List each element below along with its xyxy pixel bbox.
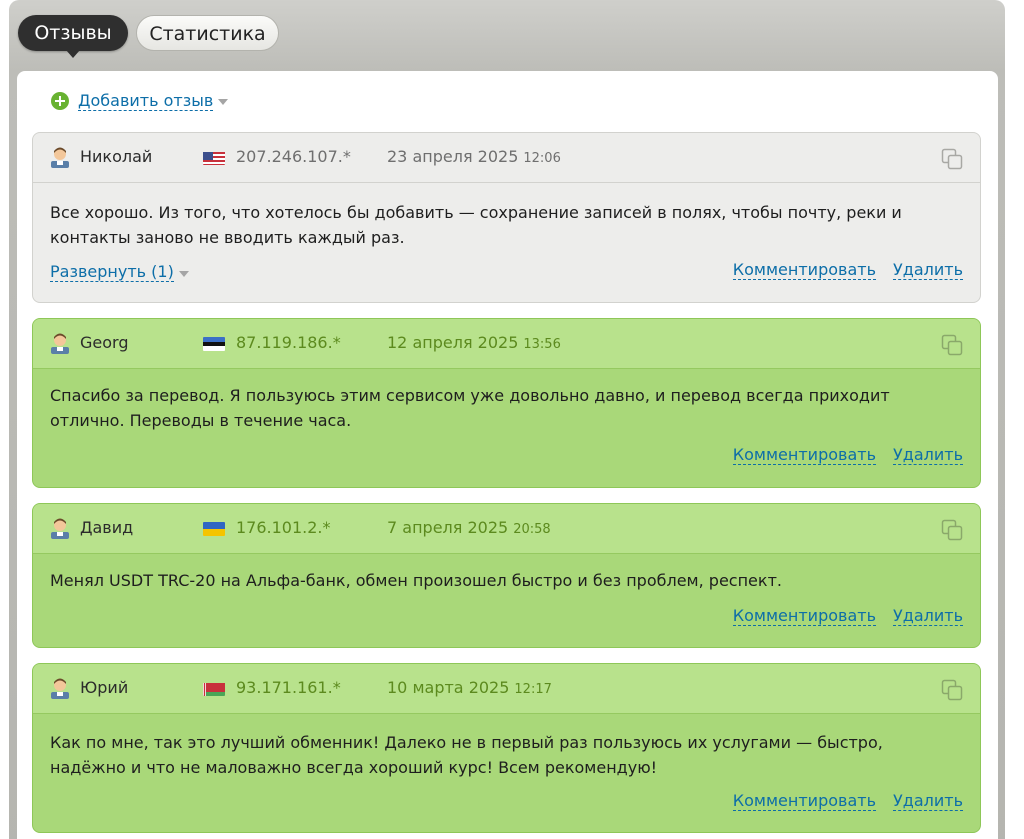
tab-statistics[interactable]: Статистика	[136, 15, 279, 51]
add-review-label: Добавить отзыв	[78, 90, 214, 111]
review-text: Все хорошо. Из того, что хотелось бы доб…	[50, 203, 902, 247]
review-card: Давид 176.101.2.* 7 апреля 2025 20:58 Мен…	[32, 503, 981, 648]
copy-icon[interactable]	[941, 334, 963, 356]
user-icon	[51, 147, 69, 168]
comment-link[interactable]: Комментировать	[732, 792, 876, 811]
review-card: Николай 207.246.107.* 23 апреля 2025 12:0…	[32, 132, 981, 303]
review-header: Georg 87.119.186.* 12 апреля 2025 13:56	[33, 319, 980, 369]
review-date-text: 7 апреля 2025	[387, 518, 509, 537]
review-header: Юрий 93.171.161.* 10 марта 2025 12:17	[33, 664, 980, 714]
expand-button[interactable]: Развернуть (1)	[50, 263, 189, 282]
review-actions: Комментировать Удалить	[732, 792, 963, 811]
user-icon	[51, 678, 69, 699]
review-date: 10 марта 2025 12:17	[387, 678, 552, 700]
comment-link[interactable]: Комментировать	[732, 446, 876, 465]
ee-flag-icon	[203, 337, 225, 351]
review-card: Georg 87.119.186.* 12 апреля 2025 13:56 С…	[32, 318, 981, 488]
review-text: Как по мне, так это лучший обменник! Дал…	[50, 733, 883, 777]
review-time: 12:17	[514, 682, 552, 697]
review-actions: Комментировать Удалить	[732, 607, 963, 626]
review-actions: Комментировать Удалить	[732, 446, 963, 465]
reviews-widget: Отзывы Статистика Добавить отзыв Николай	[0, 0, 1024, 839]
copy-icon[interactable]	[941, 519, 963, 541]
review-header: Давид 176.101.2.* 7 апреля 2025 20:58	[33, 504, 980, 554]
review-time: 20:58	[513, 522, 551, 537]
review-date-text: 10 марта 2025	[387, 678, 510, 697]
review-actions: Комментировать Удалить	[732, 261, 963, 280]
user-icon	[51, 333, 69, 354]
review-header: Николай 207.246.107.* 23 апреля 2025 12:0…	[33, 133, 980, 183]
review-date: 23 апреля 2025 12:06	[387, 147, 561, 169]
tab-reviews[interactable]: Отзывы	[18, 15, 128, 58]
dropdown-arrow-icon	[178, 270, 189, 277]
review-date: 12 апреля 2025 13:56	[387, 333, 561, 355]
tab-pointer	[66, 50, 80, 58]
delete-link[interactable]: Удалить	[893, 792, 963, 811]
reviewer-ip: 87.119.186.*	[236, 333, 341, 352]
review-time: 13:56	[523, 337, 561, 352]
delete-link[interactable]: Удалить	[893, 446, 963, 465]
dropdown-arrow-icon	[218, 99, 229, 105]
delete-link[interactable]: Удалить	[893, 261, 963, 280]
comment-link[interactable]: Комментировать	[732, 261, 876, 280]
delete-link[interactable]: Удалить	[893, 607, 963, 626]
user-icon	[51, 518, 69, 539]
ua-flag-icon	[203, 522, 225, 536]
tab-reviews-label: Отзывы	[34, 22, 112, 44]
add-review-button[interactable]: Добавить отзыв	[51, 89, 229, 113]
expand-label: Развернуть (1)	[50, 262, 174, 282]
reviewer-ip: 93.171.161.*	[236, 678, 341, 697]
tab-statistics-label: Статистика	[149, 23, 266, 45]
review-text: Спасибо за перевод. Я пользуюсь этим сер…	[50, 386, 890, 430]
plus-circle-icon	[51, 92, 69, 110]
reviewer-name: Николай	[80, 147, 153, 166]
reviewer-ip: 176.101.2.*	[236, 518, 331, 537]
by-flag-icon	[203, 682, 225, 696]
copy-icon[interactable]	[941, 148, 963, 170]
review-date-text: 12 апреля 2025	[387, 333, 519, 352]
reviews-panel: Добавить отзыв Николай 207.246.107.* 23 …	[17, 71, 998, 839]
us-flag-icon	[203, 151, 225, 165]
copy-icon[interactable]	[941, 679, 963, 701]
reviewer-name: Юрий	[80, 678, 129, 697]
comment-link[interactable]: Комментировать	[732, 607, 876, 626]
review-card: Юрий 93.171.161.* 10 марта 202512:17 Ка	[32, 663, 981, 833]
reviewer-name: Georg	[80, 333, 129, 352]
reviewer-ip: 207.246.107.*	[236, 147, 351, 166]
review-date: 7 апреля 2025 20:58	[387, 518, 551, 540]
review-text: Менял USDT TRC-20 на Альфа-банк, обмен п…	[50, 571, 782, 590]
review-date-text: 23 апреля 2025	[387, 147, 519, 166]
reviewer-name: Давид	[80, 518, 134, 537]
review-time: 12:06	[523, 151, 561, 166]
